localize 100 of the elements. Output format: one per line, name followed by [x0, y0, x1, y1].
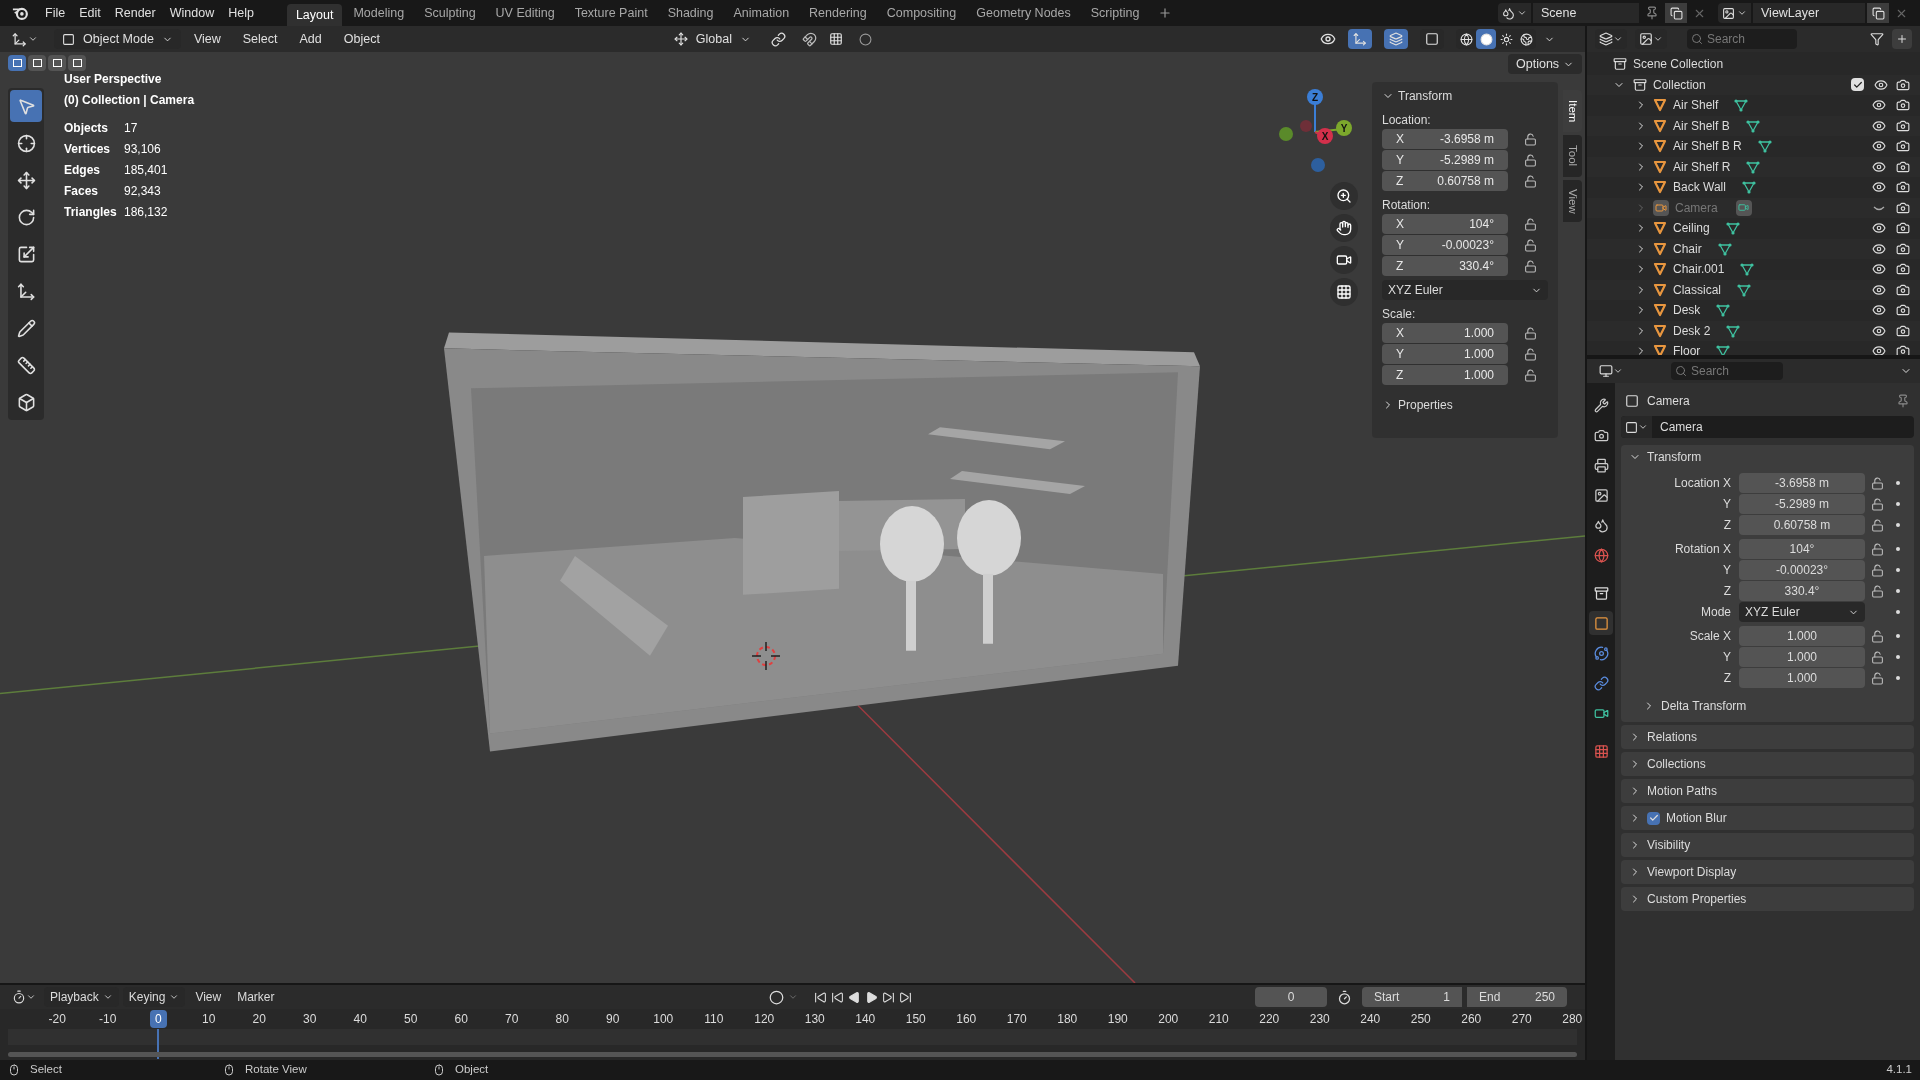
workspace-tab[interactable]: Animation — [724, 2, 799, 24]
number-field[interactable]: X 1.000 — [1382, 323, 1508, 343]
number-field[interactable]: Z 1.000 — [1382, 365, 1508, 385]
menu-item[interactable]: Help — [221, 1, 261, 25]
select-mode-button[interactable] — [68, 55, 86, 71]
mesh-data-icon[interactable] — [1734, 98, 1749, 113]
number-field[interactable]: 1.000 — [1739, 647, 1865, 667]
visibility-icon[interactable] — [1872, 139, 1886, 154]
lock-icon[interactable] — [1871, 542, 1884, 556]
checkbox[interactable] — [1851, 78, 1864, 92]
jump-end-button[interactable] — [898, 990, 912, 1004]
checkbox[interactable] — [1647, 811, 1660, 825]
visibility-icon[interactable] — [1874, 77, 1888, 92]
workspace-tab[interactable]: Modeling — [344, 2, 414, 24]
scene-selector-button[interactable] — [1498, 3, 1531, 23]
workspace-tab[interactable]: Texture Paint — [565, 2, 657, 24]
render-icon[interactable] — [1896, 262, 1910, 277]
mesh-data-icon[interactable] — [1746, 159, 1761, 174]
object-type-button[interactable] — [1621, 416, 1652, 438]
lock-icon[interactable] — [1524, 174, 1537, 188]
menu-item[interactable]: Playback — [44, 987, 119, 1007]
number-field[interactable]: 104° — [1739, 539, 1865, 559]
lock-icon[interactable] — [1524, 153, 1537, 167]
render-icon[interactable] — [1896, 282, 1910, 297]
lock-icon[interactable] — [1524, 347, 1537, 361]
object-tab[interactable] — [1589, 611, 1613, 635]
view-layer-selector-button[interactable] — [1718, 3, 1751, 23]
render-icon[interactable] — [1896, 180, 1910, 195]
timer-icon[interactable] — [1337, 989, 1352, 1005]
tree-item[interactable]: Desk 2 — [1673, 321, 1711, 340]
workspace-tab[interactable]: Layout — [286, 4, 343, 26]
select-box-tool[interactable] — [10, 90, 42, 122]
mesh-data-icon[interactable] — [1757, 139, 1772, 154]
search-field[interactable]: Search — [1687, 29, 1797, 49]
lock-icon[interactable] — [1871, 650, 1884, 664]
menu-item[interactable]: Select — [233, 29, 287, 49]
number-field[interactable]: 1.000 — [1739, 626, 1865, 646]
tree-item[interactable]: Floor — [1673, 342, 1701, 355]
end-frame-field[interactable]: End 250 — [1467, 987, 1567, 1007]
menu-item[interactable]: Object — [334, 29, 389, 49]
number-field[interactable]: 0.60758 m — [1739, 515, 1865, 535]
visibility-icon[interactable] — [1872, 303, 1886, 318]
menu-item[interactable]: Add — [290, 29, 331, 49]
tree-item[interactable]: Chair.001 — [1673, 260, 1725, 279]
collapsed-panel[interactable]: Relations — [1621, 725, 1914, 749]
visibility-icon[interactable] — [1320, 31, 1336, 47]
search-field[interactable]: Search — [1671, 362, 1783, 380]
tree-item[interactable]: Air Shelf — [1673, 96, 1719, 115]
render-icon[interactable] — [1896, 241, 1910, 256]
lock-icon[interactable] — [1871, 629, 1884, 643]
mode-dropdown[interactable]: Object Mode — [54, 29, 181, 49]
lock-icon[interactable] — [1871, 563, 1884, 577]
camera-data-icon[interactable] — [1735, 199, 1752, 216]
record-button[interactable] — [768, 989, 784, 1005]
tree-item[interactable]: Desk — [1673, 301, 1701, 320]
visibility-icon[interactable] — [1872, 221, 1886, 236]
lock-icon[interactable] — [1871, 671, 1884, 685]
number-field[interactable]: -5.2989 m — [1739, 494, 1865, 514]
workspace-tab[interactable]: Shading — [658, 2, 723, 24]
tree-item[interactable]: Air Shelf B R — [1673, 137, 1742, 156]
menu-item[interactable]: Edit — [72, 1, 108, 25]
lock-icon[interactable] — [1871, 497, 1884, 511]
collapsed-panel[interactable]: Custom Properties — [1621, 887, 1914, 911]
collapsed-panel[interactable]: Motion Paths — [1621, 779, 1914, 803]
subpanel-title[interactable]: Delta Transform — [1661, 697, 1747, 715]
visibility-icon[interactable] — [1872, 282, 1886, 297]
solid-shading-button[interactable] — [1476, 29, 1496, 49]
panel-title[interactable]: Transform — [1398, 87, 1453, 105]
pin-icon[interactable] — [1896, 394, 1910, 408]
previous-keyframe-button[interactable] — [830, 990, 844, 1004]
select-mode-button[interactable] — [48, 55, 66, 71]
render-icon[interactable] — [1896, 159, 1910, 174]
rotation-mode-dropdown[interactable]: XYZ Euler — [1382, 280, 1548, 300]
number-field[interactable]: X 104° — [1382, 214, 1508, 234]
lock-icon[interactable] — [1524, 238, 1537, 252]
render-icon[interactable] — [1896, 303, 1910, 318]
workspace-tab[interactable]: Sculpting — [415, 2, 485, 24]
render-icon[interactable] — [1896, 77, 1910, 92]
workspace-tab[interactable]: Rendering — [800, 2, 876, 24]
visibility-icon[interactable] — [1872, 262, 1886, 277]
number-field[interactable]: Z 0.60758 m — [1382, 171, 1508, 191]
collapsed-panel[interactable]: Viewport Display — [1621, 860, 1914, 884]
sidebar-tab[interactable]: View — [1563, 180, 1582, 222]
visibility-icon[interactable] — [1872, 180, 1886, 195]
menu-item[interactable]: Window — [162, 1, 222, 25]
jump-start-button[interactable] — [813, 990, 827, 1004]
number-field[interactable]: Y 1.000 — [1382, 344, 1508, 364]
render-icon[interactable] — [1896, 118, 1910, 133]
lock-icon[interactable] — [1524, 259, 1537, 273]
sidebar-tab[interactable]: Tool — [1563, 135, 1582, 177]
mesh-data-icon[interactable] — [1725, 221, 1740, 236]
render-icon[interactable] — [1896, 139, 1910, 154]
lock-icon[interactable] — [1524, 132, 1537, 146]
visibility-icon[interactable] — [1872, 241, 1886, 256]
mesh-data-icon[interactable] — [1740, 262, 1755, 277]
render-icon[interactable] — [1896, 221, 1910, 236]
next-keyframe-button[interactable] — [881, 990, 895, 1004]
number-field[interactable]: -0.00023° — [1739, 560, 1865, 580]
mesh-data-icon[interactable] — [1726, 323, 1741, 338]
panel-title[interactable]: Transform — [1647, 448, 1702, 466]
